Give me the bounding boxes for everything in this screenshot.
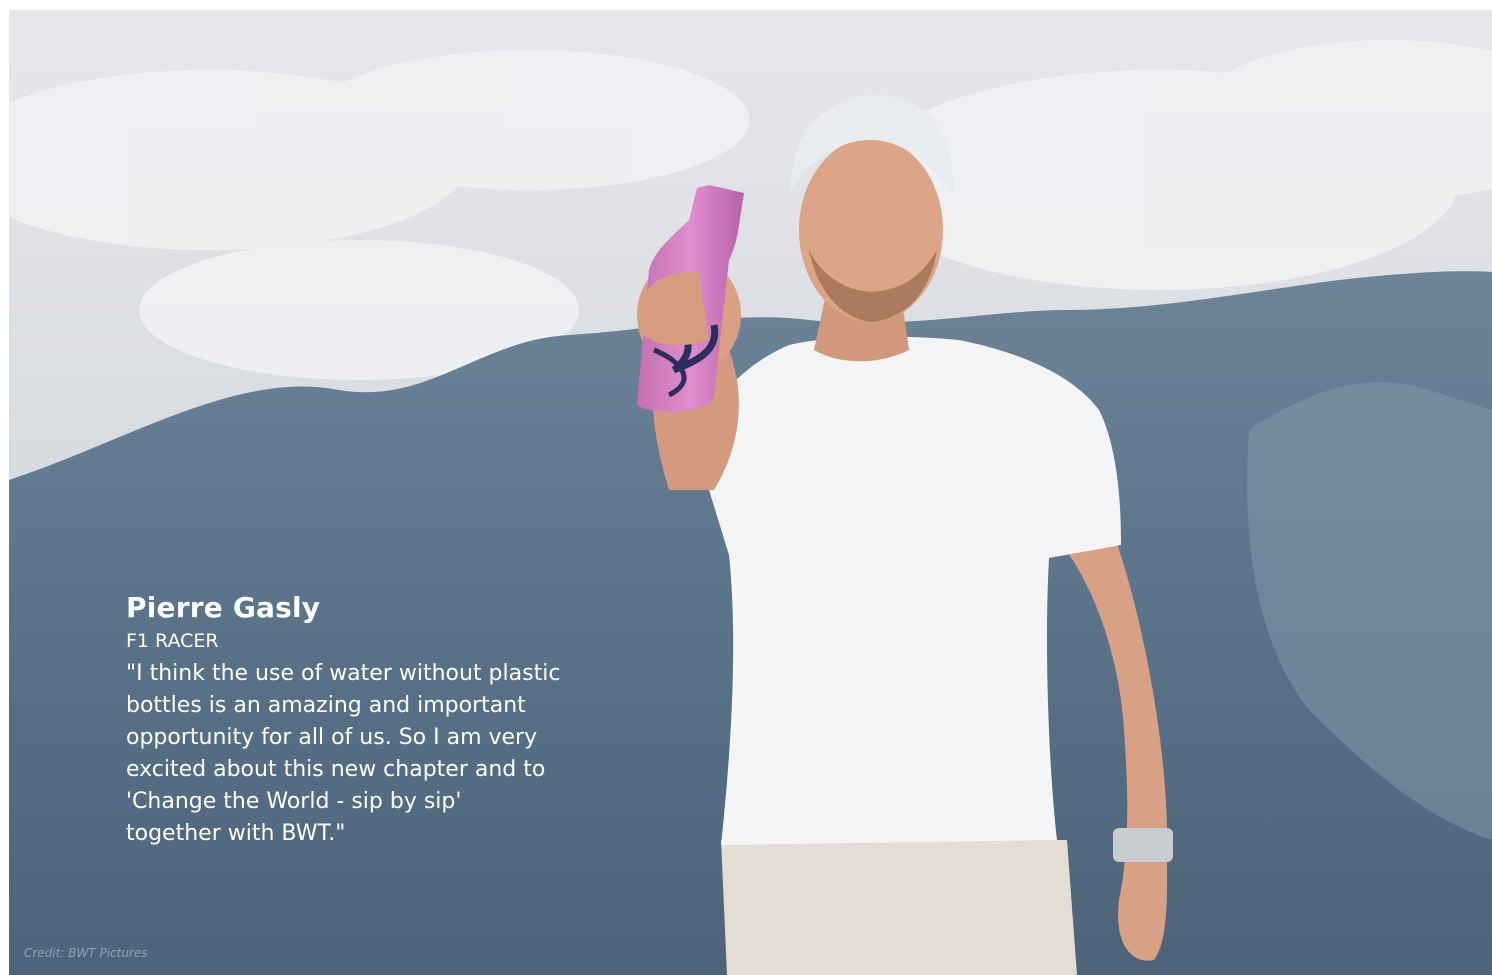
- person-role: F1 RACER: [126, 630, 219, 652]
- wristwatch: [1113, 828, 1173, 862]
- pants: [721, 840, 1077, 975]
- photo-credit: Credit: BWT Pictures: [24, 946, 148, 960]
- person-name: Pierre Gasly: [126, 591, 321, 624]
- testimonial-caption: Pierre Gasly F1 RACER "I think the use o…: [126, 590, 606, 850]
- testimonial-quote: "I think the use of water without plasti…: [126, 661, 561, 846]
- hero-image: Pierre Gasly F1 RACER "I think the use o…: [9, 10, 1492, 975]
